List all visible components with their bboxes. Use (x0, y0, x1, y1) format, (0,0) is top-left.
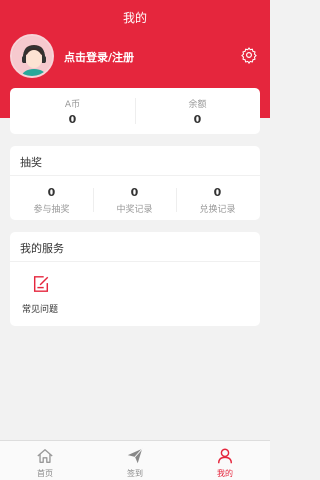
participate-count: 0 (47, 186, 56, 199)
participate-label: 参与抽奖 (33, 205, 70, 215)
lottery-participate[interactable]: 0 参与抽奖 (10, 186, 93, 215)
tab-home-label: 首页 (37, 469, 53, 478)
avatar-illustration-icon (12, 36, 52, 76)
home-icon (37, 449, 53, 463)
coin-balance[interactable]: A币 0 (10, 88, 135, 134)
redeem-count: 0 (213, 186, 222, 199)
divider (10, 175, 260, 176)
coin-label: A币 (64, 100, 81, 110)
cash-value: 0 (193, 113, 202, 126)
lottery-card: 抽奖 0 参与抽奖 0 中奖记录 0 兑换记录 (10, 146, 260, 220)
cash-balance[interactable]: 余额 0 (135, 88, 260, 134)
user-icon (217, 448, 233, 464)
login-register-link[interactable]: 点击登录/注册 (64, 49, 134, 65)
balance-card: A币 0 余额 0 (10, 88, 260, 134)
wins-label: 中奖记录 (116, 205, 153, 215)
faq-item[interactable]: 常见问题 (22, 302, 58, 315)
lottery-title: 抽奖 (20, 156, 42, 169)
lottery-wins[interactable]: 0 中奖记录 (93, 186, 176, 215)
tab-home[interactable]: 首页 (0, 441, 90, 480)
cash-label: 余额 (188, 100, 207, 110)
tab-checkin-label: 签到 (127, 469, 143, 478)
edit-note-icon[interactable] (32, 275, 50, 293)
gear-icon[interactable] (240, 46, 258, 64)
bottom-tab-bar: 首页 签到 我的 (0, 440, 270, 480)
services-card: 我的服务 常见问题 (10, 232, 260, 326)
redeem-label: 兑换记录 (199, 205, 236, 215)
avatar[interactable] (10, 34, 54, 78)
tab-mine-label: 我的 (217, 469, 233, 478)
coin-value: 0 (68, 113, 77, 126)
services-title: 我的服务 (20, 242, 64, 255)
wins-count: 0 (130, 186, 139, 199)
lottery-redeem[interactable]: 0 兑换记录 (176, 186, 259, 215)
tab-mine[interactable]: 我的 (180, 441, 270, 480)
paper-plane-icon (127, 448, 143, 464)
tab-checkin[interactable]: 签到 (90, 441, 180, 480)
page-title: 我的 (122, 11, 147, 25)
divider (10, 261, 260, 262)
